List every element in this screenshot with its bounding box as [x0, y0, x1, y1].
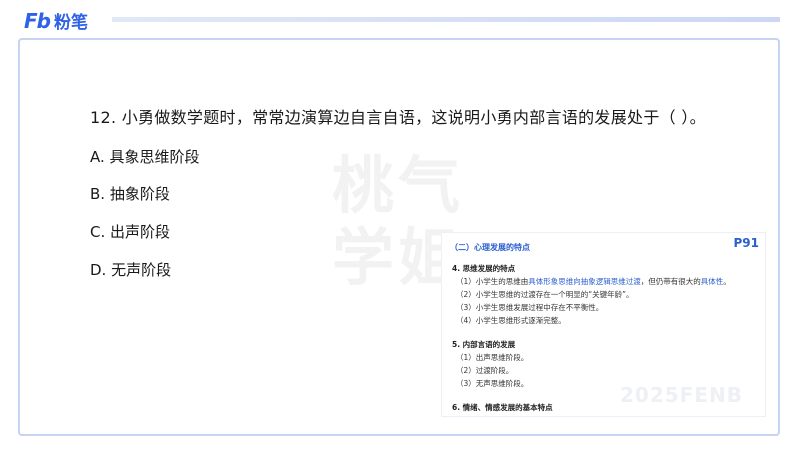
note-line: （4）小学生思维形式逐渐完整。: [456, 316, 566, 325]
option-b[interactable]: B. 抽象阶段: [90, 183, 170, 204]
reference-note-image: 2025FENB P91 （二）心理发展的特点 4. 思维发展的特点 （1）小学…: [441, 232, 766, 417]
watermark-line: 桃气: [332, 149, 465, 222]
option-d[interactable]: D. 无声阶段: [90, 259, 171, 280]
logo-mark: Fb: [24, 8, 51, 33]
note-line: （3）无声思维阶段。: [456, 379, 529, 388]
note-line: （1）小学生的思维由具体形象思维向抽象逻辑思维过渡，但仍带有很大的具体性。: [456, 277, 731, 286]
note-heading: 6. 情绪、情感发展的基本特点: [452, 403, 553, 412]
note-section-title: （二）心理发展的特点: [450, 243, 530, 252]
logo-text: 粉笔: [53, 13, 88, 33]
page-number: P91: [733, 236, 760, 250]
option-c[interactable]: C. 出声阶段: [90, 221, 170, 242]
note-heading: 4. 思维发展的特点: [452, 264, 516, 273]
note-line: （2）过渡阶段。: [456, 366, 514, 375]
note-line: （2）小学生思维的过渡存在一个明显的“关键年龄”。: [456, 290, 634, 299]
note-line: （1）出声思维阶段。: [456, 353, 529, 362]
option-a[interactable]: A. 具象思维阶段: [90, 146, 200, 167]
question-stem: 12. 小勇做数学题时，常常边演算边自言自语，这说明小勇内部言语的发展处于（ ）…: [90, 108, 706, 127]
note-line: （3）小学生思维发展过程中存在不平衡性。: [456, 303, 604, 312]
header-divider: [112, 17, 780, 22]
brand-logo: Fb 粉笔: [24, 8, 88, 34]
note-watermark: 2025FENB: [620, 383, 743, 407]
note-heading: 5. 内部言语的发展: [452, 340, 516, 349]
